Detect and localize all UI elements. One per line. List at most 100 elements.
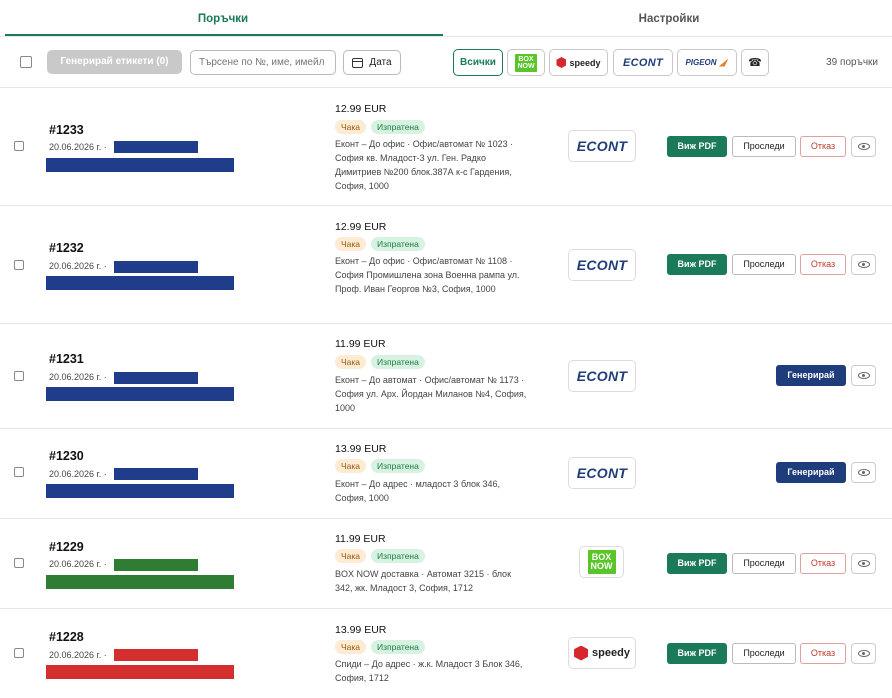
tab-settings[interactable]: Настройки <box>446 0 892 36</box>
speedy-logo-text: speedy <box>592 647 630 659</box>
track-button[interactable]: Проследи <box>732 136 796 157</box>
row-checkbox[interactable] <box>14 648 24 658</box>
eye-icon <box>857 469 870 476</box>
pigeon-logo: PIGEON <box>685 58 729 67</box>
filter-all[interactable]: Всички <box>453 49 503 76</box>
row-checkbox[interactable] <box>14 467 24 477</box>
carrier-econt: ECONT <box>568 360 636 392</box>
view-pdf-button[interactable]: Виж PDF <box>667 553 727 574</box>
cancel-button[interactable]: Отказ <box>800 254 846 275</box>
order-date: 20.06.2026 г. · <box>49 469 107 479</box>
delivery-address: Спиди – До адрес · ж.к. Младост 3 Блок 3… <box>335 659 523 683</box>
delivery-address: BOX NOW доставка · Автомат 3215 · блок 3… <box>335 569 512 593</box>
order-row: #1233 20.06.2026 г. · 12.99 EUR Чака Изп… <box>0 88 892 206</box>
status-badge-sent: Изпратена <box>371 459 425 473</box>
eye-icon <box>857 261 870 268</box>
eye-icon <box>857 650 870 657</box>
filter-speedy[interactable]: speedy <box>549 49 608 76</box>
customer-contact-redacted <box>46 387 234 401</box>
tab-orders[interactable]: Поръчки <box>0 0 446 36</box>
search-input[interactable] <box>190 50 336 75</box>
view-details-button[interactable] <box>851 136 876 157</box>
pigeon-wing-icon <box>718 58 729 67</box>
status-badge-wait: Чака <box>335 549 367 563</box>
tab-bar: Поръчки Настройки <box>0 0 892 36</box>
speedy-logo: speedy <box>556 57 601 68</box>
speedy-cube-icon <box>574 645 589 661</box>
customer-contact-redacted <box>46 665 234 679</box>
order-date: 20.06.2026 г. · <box>49 142 107 152</box>
view-details-button[interactable] <box>851 365 876 386</box>
toolbar: Генерирай етикети (0) Дата Всички BOX NO… <box>0 37 892 88</box>
generate-labels-button[interactable]: Генерирай етикети (0) <box>47 50 182 74</box>
view-details-button[interactable] <box>851 553 876 574</box>
view-details-button[interactable] <box>851 254 876 275</box>
customer-name-redacted <box>114 141 198 153</box>
speedy-cube-icon <box>556 57 567 68</box>
delivery-address: Еконт – До адрес · младост 3 блок 346, С… <box>335 479 501 503</box>
order-number[interactable]: #1228 <box>49 630 84 644</box>
boxnow-logo: BOX NOW <box>515 53 537 72</box>
order-date: 20.06.2026 г. · <box>49 559 107 569</box>
order-price: 11.99 EUR <box>335 338 386 350</box>
boxnow-logo-line1: BOX <box>518 55 534 63</box>
view-details-button[interactable] <box>851 462 876 483</box>
carrier-econt: ECONT <box>568 130 636 162</box>
view-pdf-button[interactable]: Виж PDF <box>667 643 727 664</box>
order-number[interactable]: #1231 <box>49 352 84 366</box>
order-number[interactable]: #1233 <box>49 123 84 137</box>
track-button[interactable]: Проследи <box>732 643 796 664</box>
carrier-econt: ECONT <box>568 249 636 281</box>
customer-name-redacted <box>114 559 198 571</box>
track-button[interactable]: Проследи <box>732 254 796 275</box>
customer-name-redacted <box>114 372 198 384</box>
cancel-button[interactable]: Отказ <box>800 553 846 574</box>
filter-econt[interactable]: ECONT <box>613 49 673 76</box>
status-badges: Чака Изпратена <box>335 459 425 473</box>
cancel-button[interactable]: Отказ <box>800 643 846 664</box>
select-all-checkbox[interactable] <box>20 56 32 68</box>
view-details-button[interactable] <box>851 643 876 664</box>
order-row: #1231 20.06.2026 г. · 11.99 EUR Чака Изп… <box>0 324 892 429</box>
row-checkbox[interactable] <box>14 260 24 270</box>
row-checkbox[interactable] <box>14 371 24 381</box>
order-date: 20.06.2026 г. · <box>49 261 107 271</box>
order-row: #1229 20.06.2026 г. · 11.99 EUR Чака Изп… <box>0 519 892 609</box>
order-number[interactable]: #1232 <box>49 241 84 255</box>
cancel-button[interactable]: Отказ <box>800 136 846 157</box>
boxnow-logo: BOX NOW <box>587 550 616 574</box>
customer-contact-redacted <box>46 484 234 498</box>
customer-contact-redacted <box>46 158 234 172</box>
status-badge-wait: Чака <box>335 237 367 251</box>
generate-label-button[interactable]: Генерирай <box>776 462 846 483</box>
order-number[interactable]: #1230 <box>49 449 84 463</box>
filter-boxnow[interactable]: BOX NOW <box>507 49 545 76</box>
view-pdf-button[interactable]: Виж PDF <box>667 254 727 275</box>
delivery-address: Еконт – До автомат · Офис/автомат № 1173… <box>335 375 527 413</box>
delivery-address: Еконт – До офис · Офис/автомат № 1023 · … <box>335 139 514 191</box>
econt-logo: ECONT <box>576 138 628 154</box>
customer-contact-redacted <box>46 575 234 589</box>
generate-label-button[interactable]: Генерирай <box>776 365 846 386</box>
customer-name-redacted <box>114 261 198 273</box>
status-badge-wait: Чака <box>335 640 367 654</box>
track-button[interactable]: Проследи <box>732 553 796 574</box>
status-badge-sent: Изпратена <box>371 355 425 369</box>
order-price: 12.99 EUR <box>335 103 387 115</box>
date-filter-button[interactable]: Дата <box>343 50 401 75</box>
order-price: 12.99 EUR <box>335 221 387 233</box>
econt-logo: ECONT <box>576 368 628 384</box>
order-price: 13.99 EUR <box>335 624 387 636</box>
filter-pigeon[interactable]: PIGEON <box>677 49 737 76</box>
filter-phone[interactable]: ☎ <box>741 49 769 76</box>
eye-icon <box>857 372 870 379</box>
row-checkbox[interactable] <box>14 141 24 151</box>
view-pdf-button[interactable]: Виж PDF <box>667 136 727 157</box>
eye-icon <box>857 560 870 567</box>
status-badge-sent: Изпратена <box>371 640 425 654</box>
row-checkbox[interactable] <box>14 558 24 568</box>
order-number[interactable]: #1229 <box>49 540 84 554</box>
carrier-econt: ECONT <box>568 457 636 489</box>
phone-icon: ☎ <box>748 57 762 69</box>
customer-name-redacted <box>114 468 198 480</box>
